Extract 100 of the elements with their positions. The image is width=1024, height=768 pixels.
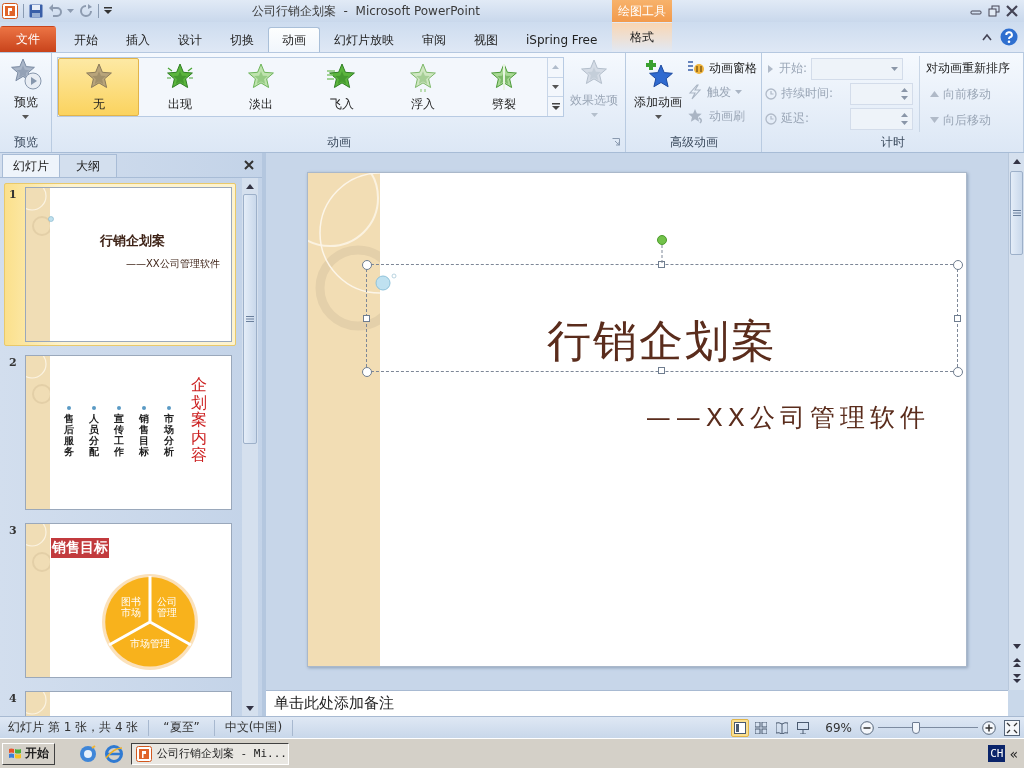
dropdown-field[interactable]	[811, 57, 904, 80]
caret-icon	[22, 115, 29, 119]
caret-icon[interactable]	[552, 85, 560, 89]
scroll-thumb[interactable]	[1010, 171, 1023, 255]
thumbnail-heading: 销售目标	[51, 538, 109, 558]
clock-icon	[765, 112, 777, 125]
resize-handle[interactable]	[953, 367, 963, 377]
ribbon-tab[interactable]: iSpring Free	[512, 27, 612, 52]
caret-icon	[590, 113, 598, 117]
zoom-in-icon[interactable]	[982, 720, 996, 735]
rotate-handle[interactable]	[657, 235, 667, 265]
ribbon-tab[interactable]: 格式	[612, 22, 672, 52]
bubble-icon	[48, 216, 54, 222]
animation-effect[interactable]: 出现	[139, 58, 220, 116]
panel-tab[interactable]: 大纲	[59, 154, 117, 177]
preview-button[interactable]: 预览	[3, 56, 48, 132]
animation-effect[interactable]: 浮入	[382, 58, 463, 116]
context-tab-label: 绘图工具	[612, 0, 672, 22]
animation-effect[interactable]: 淡出	[220, 58, 301, 116]
spin-up-icon[interactable]	[901, 112, 908, 117]
thumbnail-text: 市场分析	[164, 413, 174, 457]
add-animation-button[interactable]: 添加动画	[629, 56, 687, 132]
animation-effect[interactable]: 飞入	[301, 58, 382, 116]
dialog-launcher-icon[interactable]	[612, 138, 620, 146]
ribbon-tab[interactable]: 动画	[268, 27, 320, 52]
grip-icon	[1012, 210, 1021, 216]
spin-down-icon[interactable]	[901, 120, 908, 125]
scroll-up-icon[interactable]	[246, 183, 254, 189]
slide-thumbnail[interactable]: 行销企划案 ——XX公司管理软件	[25, 187, 232, 342]
slide-number: 3	[9, 523, 18, 539]
resize-handle[interactable]	[658, 261, 665, 268]
input-language-indicator[interactable]: CH	[988, 745, 1006, 762]
ribbon-tab[interactable]: 视图	[460, 27, 512, 52]
ribbon-tab[interactable]: 插入	[112, 27, 164, 52]
undo-icon[interactable]	[48, 4, 62, 18]
app-logo-icon[interactable]	[2, 3, 18, 19]
browser-icon[interactable]	[105, 744, 123, 763]
ribbon-tab[interactable]: 开始	[60, 27, 112, 52]
spin-down-icon[interactable]	[901, 95, 908, 100]
help-icon[interactable]	[1000, 28, 1018, 46]
animation-effect[interactable]: 劈裂	[463, 58, 544, 116]
resize-handle[interactable]	[363, 315, 370, 322]
caret-icon	[654, 115, 662, 119]
thumbnail-frame[interactable]: 3 销售目标 图书市场 公司管理 市场管理	[4, 519, 236, 682]
slide-number: 2	[9, 355, 18, 371]
thumbnail-heading: 企划案内容	[191, 376, 207, 464]
customize-icon[interactable]	[104, 7, 112, 15]
more-icon[interactable]	[551, 103, 560, 111]
thumbnail-frame[interactable]: 4	[4, 687, 236, 716]
windows-flag-icon	[8, 746, 22, 761]
panel-tab[interactable]: 幻灯片	[2, 154, 60, 177]
scroll-down-icon[interactable]	[1012, 643, 1021, 649]
tray-toggle[interactable]: «	[1005, 745, 1022, 762]
animation-effect[interactable]: 无	[58, 58, 139, 116]
close-icon[interactable]	[244, 160, 254, 170]
subtitle-text: ——XX公司管理软件	[645, 402, 930, 434]
ribbon-command[interactable]: 动画窗格	[687, 58, 757, 78]
bullet-icon	[167, 406, 171, 410]
spinner-field[interactable]	[849, 82, 913, 105]
scroll-thumb[interactable]	[243, 194, 257, 444]
slide-count: 幻灯片 第 1 张，共 4 张	[0, 719, 150, 736]
star-icon	[488, 61, 519, 92]
scroll-up-icon[interactable]	[1012, 158, 1021, 164]
taskbar-button[interactable]: 公司行销企划案 - Mi...	[131, 742, 289, 765]
thumbnail-text: 销售目标	[139, 413, 149, 457]
spinner-field[interactable]	[849, 107, 913, 130]
notes-prompt[interactable]: 单击此处添加备注	[274, 694, 394, 713]
resize-handle[interactable]	[658, 367, 665, 374]
thumbnail-frame[interactable]: 1 行销企划案 ——XX公司管理软件	[4, 183, 236, 346]
ribbon-tab[interactable]: 幻灯片放映	[320, 27, 408, 52]
view-button[interactable]	[731, 718, 750, 737]
slide-thumbnail[interactable]: 企划案内容 售后服务 人员分配 宣传工作 销售目标 市场分析	[25, 355, 232, 510]
scroll-down-icon[interactable]	[246, 705, 254, 711]
zoom-slider-thumb[interactable]	[912, 721, 920, 734]
reading-view-icon	[776, 721, 789, 734]
save-icon[interactable]	[29, 4, 43, 18]
window-title: 公司行销企划案 - Microsoft PowerPoint	[251, 2, 481, 20]
thumbnail-frame[interactable]: 2 企划案内容 售后服务 人员分配 宣传工作 销售目标 市场分析	[4, 351, 236, 514]
zoom-out-icon[interactable]	[860, 720, 874, 735]
ribbon-tab[interactable]: 文件	[0, 26, 56, 52]
slide-thumbnail[interactable]: 销售目标 图书市场 公司管理 市场管理	[25, 523, 232, 678]
ribbon-tab[interactable]: 切换	[216, 27, 268, 52]
zoom-level[interactable]: 69%	[825, 720, 852, 735]
resize-handle[interactable]	[954, 315, 961, 322]
start-button[interactable]: 开始	[2, 742, 55, 765]
redo-icon[interactable]	[79, 4, 93, 18]
ribbon-tab[interactable]: 设计	[164, 27, 216, 52]
resize-handle[interactable]	[953, 260, 963, 270]
resize-handle[interactable]	[362, 260, 372, 270]
restore-icon[interactable]	[988, 5, 1000, 17]
previous-slide-icon[interactable]	[1012, 657, 1021, 667]
resize-handle[interactable]	[362, 367, 372, 377]
close-icon[interactable]	[1006, 5, 1018, 17]
fit-to-window-icon[interactable]	[1004, 719, 1020, 736]
collapse-ribbon-icon[interactable]	[982, 33, 992, 41]
spin-up-icon[interactable]	[901, 87, 908, 92]
ribbon-tab[interactable]: 审阅	[408, 27, 460, 52]
next-slide-icon[interactable]	[1012, 673, 1021, 683]
slide-number: 1	[9, 187, 18, 203]
browser-icon[interactable]	[79, 744, 97, 763]
